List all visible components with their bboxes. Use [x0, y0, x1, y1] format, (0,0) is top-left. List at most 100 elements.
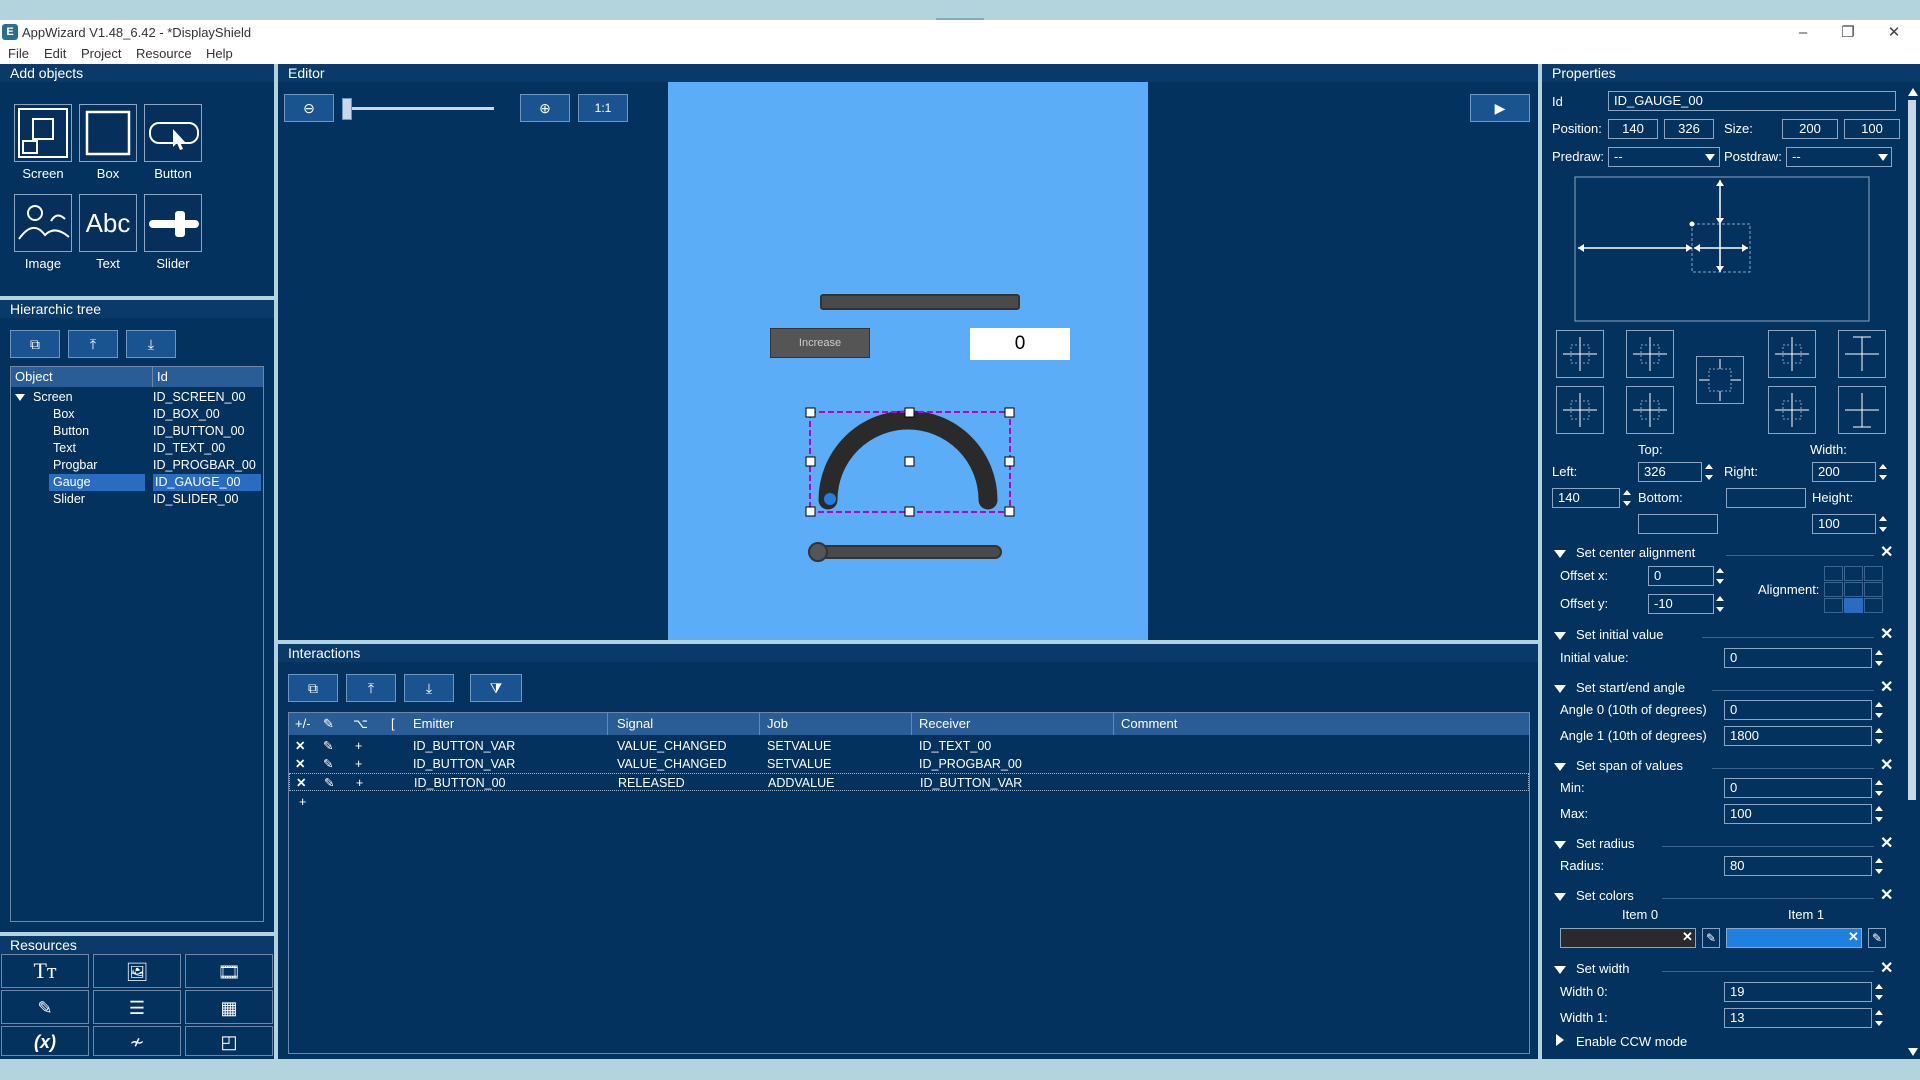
collapse-icon[interactable]: [1554, 685, 1566, 693]
anchor-preset-center[interactable]: [1696, 356, 1744, 404]
angle0-spinner[interactable]: [1873, 700, 1885, 720]
section-ccw-title[interactable]: Enable CCW mode: [1576, 1034, 1687, 1049]
resource-animations-button[interactable]: ≁: [93, 1026, 181, 1056]
collapse-icon[interactable]: [1554, 893, 1566, 901]
initial-value-spinner[interactable]: [1873, 648, 1885, 668]
canvas-increase-button[interactable]: Increase: [770, 328, 870, 358]
size-h-field[interactable]: 100: [1844, 119, 1900, 139]
resource-lists-button[interactable]: ☰: [93, 990, 181, 1024]
color1-swatch[interactable]: [1726, 928, 1862, 948]
anchor-preset-right[interactable]: [1838, 330, 1886, 378]
remove-section-icon[interactable]: ✕: [1880, 961, 1893, 977]
scroll-down-icon[interactable]: [1908, 1048, 1918, 1056]
left-spinner[interactable]: [1621, 488, 1633, 508]
width0-field[interactable]: 19: [1724, 982, 1872, 1002]
initial-value-field[interactable]: 0: [1724, 648, 1872, 668]
canvas-slider-knob[interactable]: [808, 542, 828, 562]
edit-col-icon[interactable]: ✎: [323, 713, 334, 735]
interaction-row-focused[interactable]: ✕ ✎ + ID_BUTTON_00 RELEASED ADDVALUE ID_…: [289, 773, 1529, 791]
tree-duplicate-button[interactable]: ⧉: [10, 330, 60, 358]
remove-section-icon[interactable]: ✕: [1880, 627, 1893, 643]
delete-icon[interactable]: ✕: [295, 755, 305, 773]
height-field[interactable]: 100: [1812, 514, 1876, 534]
right-spinner[interactable]: [1877, 462, 1889, 482]
minimize-button[interactable]: –: [1783, 22, 1823, 44]
remove-section-icon[interactable]: ✕: [1880, 758, 1893, 774]
resource-variables-button[interactable]: (x): [1, 1026, 89, 1056]
offset-x-field[interactable]: 0: [1648, 566, 1714, 586]
tree-move-down-button[interactable]: ⤓: [126, 330, 176, 358]
canvas-text-value[interactable]: 0: [970, 328, 1070, 360]
tree-move-up-button[interactable]: ⤒: [68, 330, 118, 358]
tree-col-id[interactable]: Id: [153, 367, 263, 387]
tree-col-object[interactable]: Object: [11, 367, 153, 387]
col-comment[interactable]: Comment: [1121, 713, 1177, 735]
interaction-row[interactable]: ✕ ✎ + ID_BUTTON_VAR VALUE_CHANGED SETVAL…: [289, 755, 1529, 773]
alignment-grid[interactable]: [1824, 566, 1884, 614]
clear-color0-icon[interactable]: ✕: [1682, 930, 1693, 944]
interaction-move-down-button[interactable]: ⤓: [404, 674, 454, 702]
width1-spinner[interactable]: [1873, 1008, 1885, 1028]
remove-section-icon[interactable]: ✕: [1880, 545, 1893, 561]
anchor-preset-stretch[interactable]: [1838, 386, 1886, 434]
resource-fonts-button[interactable]: Tт: [1, 954, 89, 988]
interaction-move-up-button[interactable]: ⤒: [346, 674, 396, 702]
angle1-spinner[interactable]: [1873, 726, 1885, 746]
canvas-gauge[interactable]: [798, 402, 1018, 522]
add-icon[interactable]: +: [356, 774, 363, 792]
menu-edit[interactable]: Edit: [44, 46, 66, 61]
menu-file[interactable]: File: [8, 46, 29, 61]
tree-row[interactable]: Slider ID_SLIDER_00: [11, 491, 263, 508]
top-field[interactable]: 326: [1638, 462, 1702, 482]
predraw-select[interactable]: --: [1608, 147, 1720, 167]
width1-field[interactable]: 13: [1724, 1008, 1872, 1028]
size-w-field[interactable]: 200: [1782, 119, 1838, 139]
anchor-preset-bottom[interactable]: [1626, 386, 1674, 434]
min-spinner[interactable]: [1873, 778, 1885, 798]
anchor-preset-topright[interactable]: [1768, 330, 1816, 378]
add-text-button[interactable]: Abc: [79, 194, 137, 252]
interaction-row[interactable]: ✕ ✎ + ID_BUTTON_VAR VALUE_CHANGED SETVAL…: [289, 737, 1529, 755]
interaction-duplicate-button[interactable]: ⧉: [288, 674, 338, 702]
tree-row-selected[interactable]: Gauge ID_GAUGE_00: [11, 474, 263, 491]
tree-row[interactable]: Screen ID_SCREEN_00: [11, 389, 263, 406]
add-button-button[interactable]: [144, 104, 202, 162]
chevron-down-icon[interactable]: [1878, 154, 1888, 161]
col-plusminus[interactable]: +/-: [295, 713, 311, 735]
edit-icon[interactable]: ✎: [323, 737, 333, 755]
zoom-slider[interactable]: [344, 107, 494, 110]
alignment-selected[interactable]: [1844, 598, 1863, 613]
design-canvas[interactable]: Increase 0: [668, 82, 1148, 640]
add-icon[interactable]: +: [355, 755, 362, 773]
left-field[interactable]: 140: [1552, 488, 1620, 508]
min-field[interactable]: 0: [1724, 778, 1872, 798]
scroll-thumb[interactable]: [1908, 100, 1916, 800]
col-receiver[interactable]: Receiver: [919, 713, 970, 735]
scroll-up-icon[interactable]: [1908, 88, 1918, 96]
offset-y-spinner[interactable]: [1714, 594, 1726, 614]
expand-icon[interactable]: [1556, 1034, 1564, 1046]
add-interaction-button[interactable]: +: [299, 793, 306, 811]
clear-color1-icon[interactable]: ✕: [1848, 930, 1859, 944]
remove-section-icon[interactable]: ✕: [1880, 680, 1893, 696]
anchor-preset-bottomleft[interactable]: [1556, 386, 1604, 434]
restore-button[interactable]: ❐: [1828, 22, 1868, 44]
col-emitter[interactable]: Emitter: [413, 713, 454, 735]
menu-project[interactable]: Project: [81, 46, 121, 61]
properties-scrollbar[interactable]: [1906, 82, 1918, 1059]
menu-help[interactable]: Help: [206, 46, 233, 61]
zoom-reset-button[interactable]: 1:1: [578, 94, 628, 122]
top-spinner[interactable]: [1703, 462, 1715, 482]
anchor-preset-topleft[interactable]: [1556, 330, 1604, 378]
add-slider-button[interactable]: [144, 194, 202, 252]
canvas-progbar[interactable]: [820, 294, 1020, 310]
width0-spinner[interactable]: [1873, 982, 1885, 1002]
offset-y-field[interactable]: -10: [1648, 594, 1714, 614]
max-spinner[interactable]: [1873, 804, 1885, 824]
anchor-preset-bottomright[interactable]: [1768, 386, 1816, 434]
collapse-icon[interactable]: [1554, 841, 1566, 849]
zoom-in-button[interactable]: ⊕: [520, 94, 570, 122]
offset-x-spinner[interactable]: [1714, 566, 1726, 586]
play-button[interactable]: ▶: [1470, 94, 1530, 122]
anchor-preset-top[interactable]: [1626, 330, 1674, 378]
